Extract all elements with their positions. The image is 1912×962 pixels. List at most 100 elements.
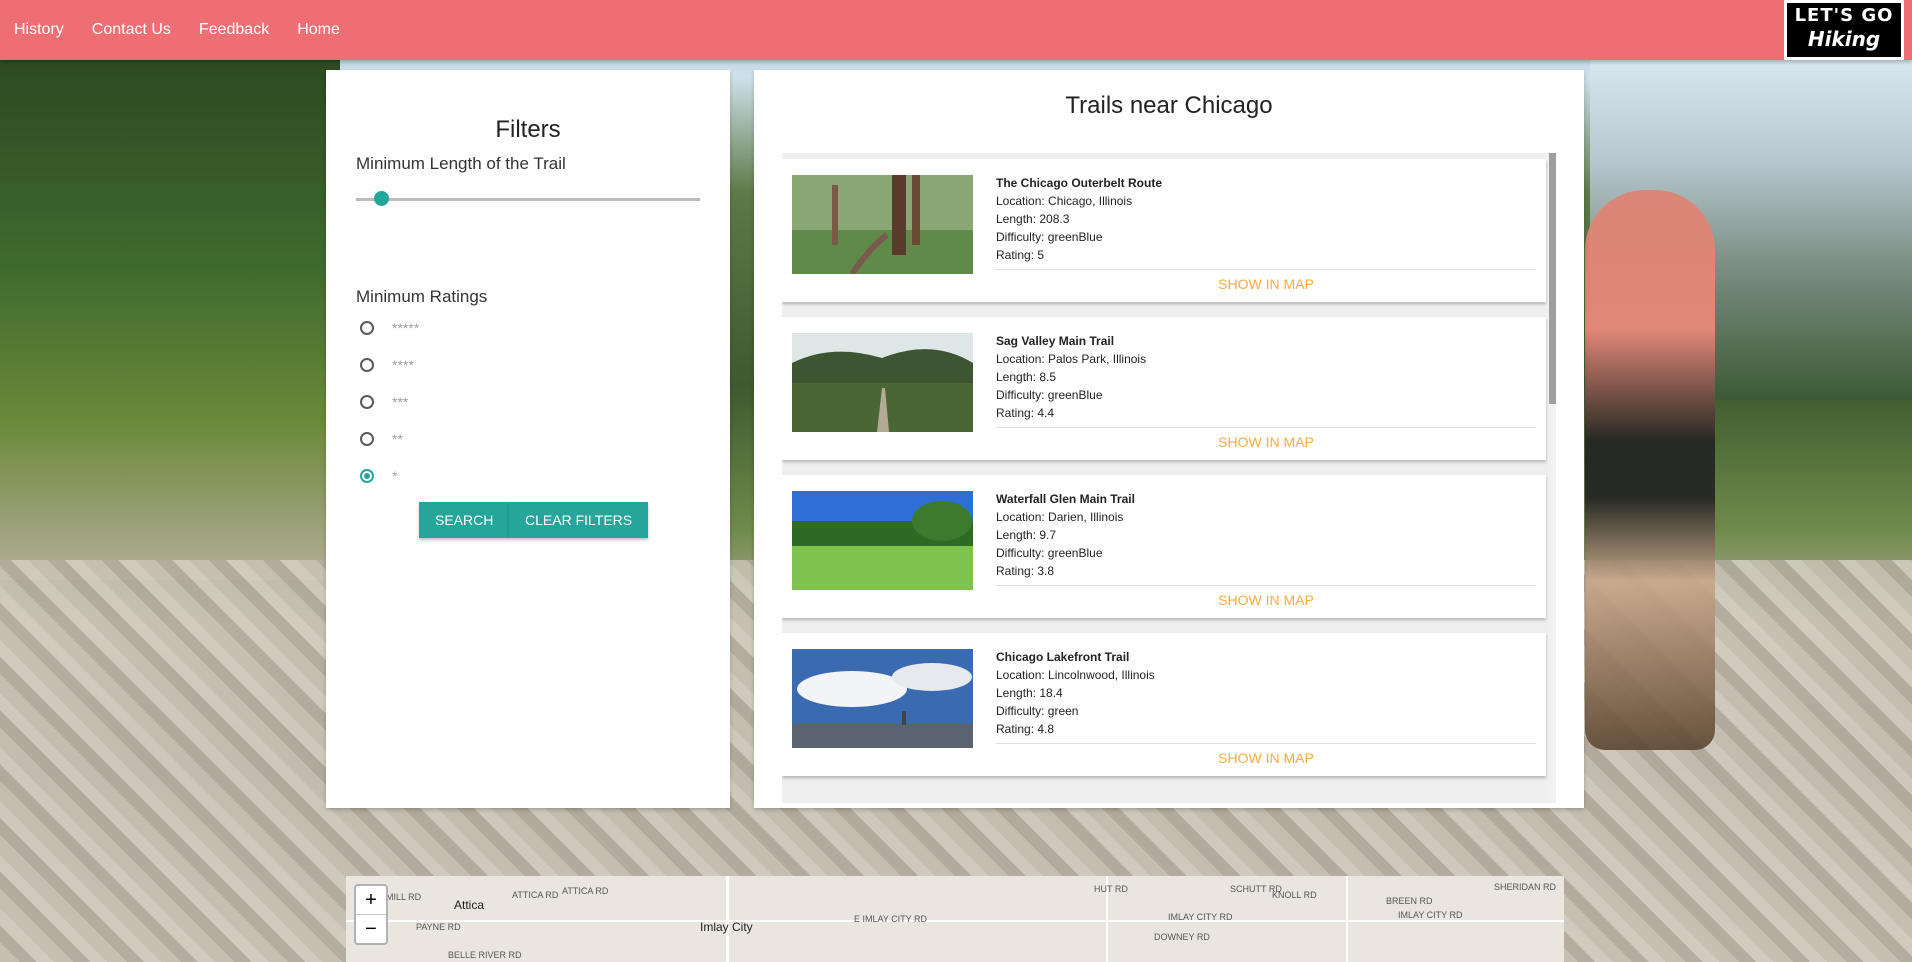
ratings-label: Minimum Ratings: [356, 287, 488, 306]
divider: [996, 269, 1536, 270]
trail-difficulty: Difficulty: greenBlue: [996, 546, 1103, 560]
length-slider[interactable]: [356, 191, 700, 206]
trail-difficulty: Difficulty: greenBlue: [996, 230, 1103, 244]
map-road-label: IMLAY CITY RD: [1168, 912, 1233, 922]
map-road: [1346, 876, 1348, 962]
radio-button[interactable]: [360, 432, 374, 446]
trail-name: Chicago Lakefront Trail: [996, 650, 1130, 664]
nav-feedback-link[interactable]: Feedback: [185, 21, 283, 39]
trail-location: Location: Palos Park, Illinois: [996, 352, 1147, 366]
trail-name: The Chicago Outerbelt Route: [996, 176, 1163, 190]
map-road-label: HUT RD: [1094, 884, 1128, 894]
trail-difficulty: Difficulty: green: [996, 704, 1079, 718]
trails-title: Trails near Chicago: [1065, 92, 1273, 119]
show-in-map-link[interactable]: Show in Map: [996, 750, 1536, 766]
trail-item: Chicago Lakefront Trail Location: Lincol…: [782, 633, 1546, 776]
trail-rating: Rating: 4.8: [996, 722, 1055, 736]
map-road: [346, 920, 1564, 922]
show-in-map-link[interactable]: Show in Map: [996, 276, 1536, 292]
trail-map[interactable]: Attica Imlay City MILL RD ATTICA RD ATTI…: [346, 876, 1564, 962]
logo-line1: LET'S GO: [1794, 5, 1894, 26]
trail-rating: Rating: 3.8: [996, 564, 1055, 578]
filters-card: Filters Minimum Length of the Trail Mini…: [326, 70, 730, 808]
map-road-label: PAYNE RD: [416, 922, 461, 932]
show-in-map-link[interactable]: Show in Map: [996, 434, 1536, 450]
divider: [996, 427, 1536, 428]
map-zoom-controls: + −: [354, 884, 388, 945]
rating-option-1[interactable]: *: [360, 466, 397, 486]
radio-button[interactable]: [360, 395, 374, 409]
map-road-label: BREEN RD: [1386, 896, 1433, 906]
map-road-label: E IMLAY CITY RD: [854, 914, 928, 924]
lets-go-hiking-logo[interactable]: LET'S GO Hiking: [1784, 0, 1904, 60]
nav-home-link[interactable]: Home: [283, 21, 354, 39]
rating-option-label: ***: [392, 394, 409, 410]
rating-option-3[interactable]: ***: [360, 392, 408, 412]
radio-button-selected[interactable]: [360, 469, 374, 483]
rating-option-label: ****: [392, 357, 414, 373]
map-road-label: SHERIDAN RD: [1494, 882, 1557, 892]
rating-option-4[interactable]: ****: [360, 355, 414, 375]
trail-info: The Chicago Outerbelt Route Location: Ch…: [996, 174, 1162, 264]
trail-location: Location: Darien, Illinois: [996, 510, 1124, 524]
trail-location: Location: Chicago, Illinois: [996, 194, 1133, 208]
trail-list-scrollbar[interactable]: [1548, 153, 1556, 803]
map-road-label: MILL RD: [386, 892, 422, 902]
background-forest: [0, 60, 340, 580]
map-road-label: ATTICA RD: [562, 886, 609, 896]
map-road-label: IMLAY CITY RD: [1398, 910, 1463, 920]
rating-option-label: **: [392, 431, 403, 447]
trail-photo-green-meadow: [792, 491, 973, 590]
trail-info: Waterfall Glen Main Trail Location: Dari…: [996, 490, 1135, 580]
scrollbar-thumb[interactable]: [1549, 153, 1556, 404]
trail-item: Waterfall Glen Main Trail Location: Dari…: [782, 475, 1546, 618]
trail-rating: Rating: 4.4: [996, 406, 1055, 420]
background-hiker: [1585, 190, 1715, 750]
map-city-label: Attica: [454, 898, 485, 912]
show-in-map-link[interactable]: Show in Map: [996, 592, 1536, 608]
map-road: [726, 876, 729, 962]
divider: [996, 743, 1536, 744]
map-road-label: ATTICA RD: [512, 890, 559, 900]
trail-difficulty: Difficulty: greenBlue: [996, 388, 1103, 402]
trail-rating: Rating: 5: [996, 248, 1045, 262]
map-road-label: BELLE RIVER RD: [448, 950, 522, 960]
trail-list[interactable]: The Chicago Outerbelt Route Location: Ch…: [782, 153, 1556, 803]
clear-filters-button[interactable]: Clear Filters: [509, 502, 649, 538]
rating-option-5[interactable]: *****: [360, 318, 419, 338]
length-label: Minimum Length of the Trail: [356, 154, 566, 173]
trail-item: The Chicago Outerbelt Route Location: Ch…: [782, 159, 1546, 302]
map-road-label: DOWNEY RD: [1154, 932, 1210, 942]
rating-option-2[interactable]: **: [360, 429, 403, 449]
trail-photo-wooded-trail: [792, 333, 973, 432]
radio-button[interactable]: [360, 321, 374, 335]
zoom-in-button[interactable]: +: [356, 886, 386, 915]
trail-length: Length: 208.3: [996, 212, 1070, 226]
map-road-label: KNOLL RD: [1272, 890, 1317, 900]
trail-name: Waterfall Glen Main Trail: [996, 492, 1135, 506]
logo-line2: Hiking: [1807, 27, 1881, 51]
nav-history-link[interactable]: History: [0, 21, 78, 39]
radio-button[interactable]: [360, 358, 374, 372]
trail-item: Sag Valley Main Trail Location: Palos Pa…: [782, 317, 1546, 460]
trail-length: Length: 18.4: [996, 686, 1063, 700]
rating-option-label: *****: [392, 320, 420, 336]
trail-info: Chicago Lakefront Trail Location: Lincol…: [996, 648, 1155, 738]
rating-option-label: *: [392, 468, 398, 484]
trail-location: Location: Lincolnwood, Illinois: [996, 668, 1155, 682]
search-button[interactable]: Search: [419, 502, 510, 538]
trail-photo-lakefront-sky: [792, 649, 973, 748]
trail-name: Sag Valley Main Trail: [996, 334, 1115, 348]
nav-contact-link[interactable]: Contact Us: [78, 21, 185, 39]
trail-length: Length: 9.7: [996, 528, 1057, 542]
trail-photo-forest-path: [792, 175, 973, 274]
navbar: History Contact Us Feedback Home LET'S G…: [0, 0, 1912, 60]
divider: [996, 585, 1536, 586]
trail-info: Sag Valley Main Trail Location: Palos Pa…: [996, 332, 1146, 422]
map-city-label: Imlay City: [700, 920, 753, 934]
trails-card: Trails near Chicago The Chicago Outerbel…: [754, 70, 1584, 808]
zoom-out-button[interactable]: −: [356, 915, 386, 943]
slider-handle[interactable]: [374, 191, 389, 206]
nav-links: History Contact Us Feedback Home: [0, 0, 354, 60]
trail-length: Length: 8.5: [996, 370, 1057, 384]
